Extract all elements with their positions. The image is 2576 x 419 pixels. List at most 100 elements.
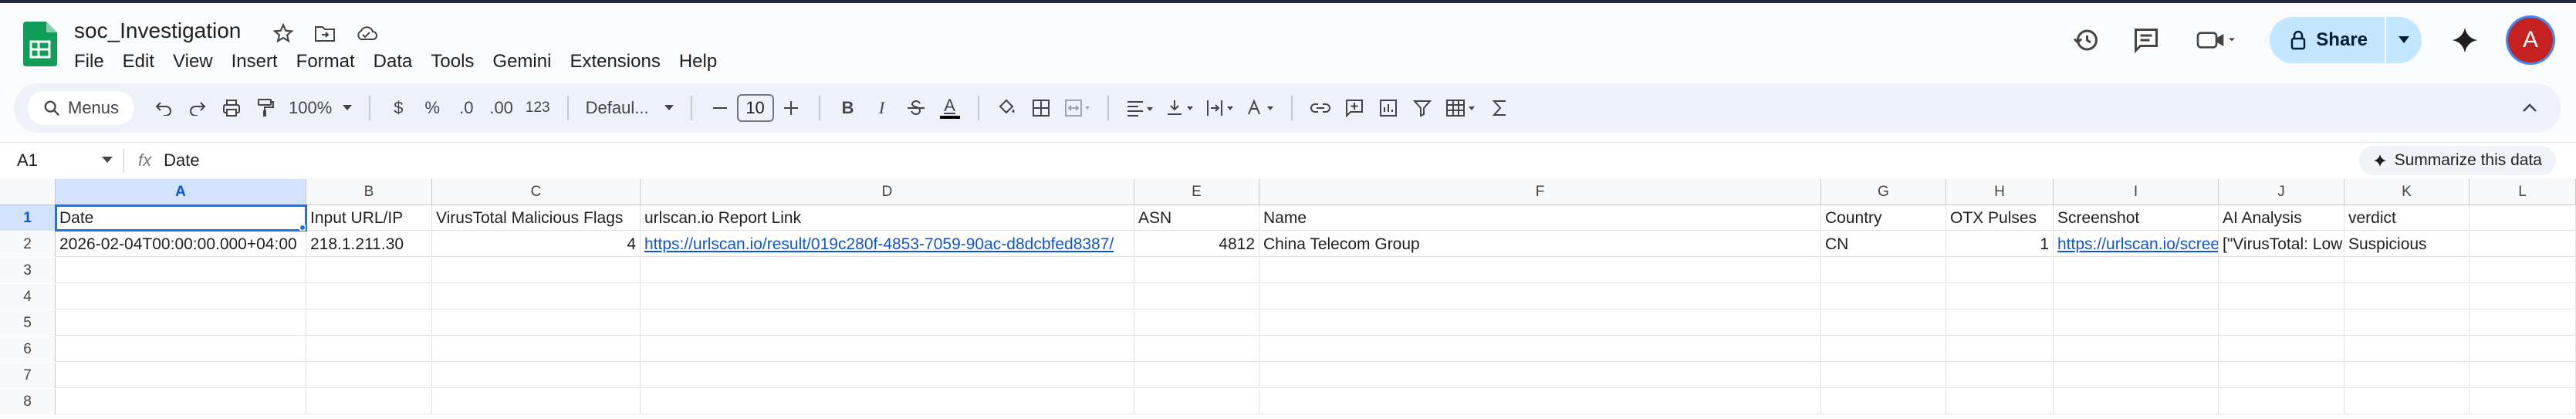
cell[interactable] [1946, 389, 2054, 414]
row-header[interactable]: 3 [0, 258, 56, 283]
row-header[interactable]: 1 [0, 205, 56, 231]
cell[interactable] [1259, 284, 1821, 309]
cell[interactable] [56, 389, 306, 414]
share-button[interactable]: Share [2270, 17, 2422, 63]
cell-f2[interactable]: China Telecom Group [1259, 231, 1821, 257]
cell[interactable] [1134, 389, 1259, 414]
cell[interactable] [1821, 336, 1946, 362]
cell-d2-link[interactable]: https://urlscan.io/result/019c280f-4853-… [641, 231, 1134, 257]
row-header[interactable]: 4 [0, 284, 56, 309]
spreadsheet-grid[interactable]: A B C D E F G H I J K L 1 Date Input URL… [0, 179, 2576, 419]
cell[interactable] [56, 284, 306, 309]
cell[interactable] [641, 310, 1134, 336]
row-header[interactable]: 6 [0, 336, 56, 362]
cell-h1[interactable]: OTX Pulses [1946, 205, 2054, 231]
cell-l1[interactable] [2470, 205, 2576, 231]
cell[interactable] [306, 310, 432, 336]
cell[interactable] [1259, 336, 1821, 362]
name-box[interactable]: A1 [0, 150, 123, 171]
column-header[interactable]: L [2470, 179, 2576, 205]
horizontal-align-icon[interactable] [1120, 91, 1160, 125]
menu-gemini[interactable]: Gemini [483, 48, 560, 76]
cell[interactable] [2219, 363, 2344, 388]
row-header[interactable]: 2 [0, 231, 56, 257]
menus-search[interactable]: Menus [28, 91, 135, 125]
cell[interactable] [1134, 284, 1259, 309]
cell[interactable] [1134, 310, 1259, 336]
cell[interactable] [432, 336, 641, 362]
share-dropdown-icon[interactable] [2385, 17, 2422, 63]
column-header[interactable]: H [1946, 179, 2054, 205]
menu-data[interactable]: Data [364, 48, 422, 76]
cell[interactable] [2054, 284, 2219, 309]
cell[interactable] [1134, 336, 1259, 362]
cell[interactable] [2470, 336, 2576, 362]
select-all-corner[interactable] [0, 179, 56, 205]
cell-i2-link[interactable]: https://urlscan.io/screenshots/019c280f-… [2054, 231, 2219, 257]
document-title[interactable]: soc_Investigation [74, 19, 241, 43]
move-folder-icon[interactable] [312, 20, 338, 46]
cell[interactable] [2470, 389, 2576, 414]
more-formats-button[interactable]: 123 [519, 91, 556, 125]
insert-chart-icon[interactable] [1371, 91, 1405, 125]
avatar[interactable]: A [2508, 18, 2553, 63]
cell-g2[interactable]: CN [1821, 231, 1946, 257]
cell[interactable] [2470, 258, 2576, 283]
menu-tools[interactable]: Tools [421, 48, 483, 76]
cell-k2[interactable]: Suspicious [2344, 231, 2470, 257]
cell-d1[interactable]: urlscan.io Report Link [641, 205, 1134, 231]
star-icon[interactable] [270, 20, 296, 46]
collapse-toolbar-icon[interactable] [2513, 91, 2547, 125]
decrease-decimal-button[interactable]: .0 [449, 91, 483, 125]
cell-c1[interactable]: VirusTotal Malicious Flags [432, 205, 641, 231]
cell[interactable] [432, 310, 641, 336]
cell[interactable] [2219, 284, 2344, 309]
merge-cells-icon[interactable] [1058, 91, 1097, 125]
cell[interactable] [1946, 258, 2054, 283]
zoom-select[interactable]: 100% [282, 91, 358, 125]
cell[interactable] [1821, 363, 1946, 388]
currency-format-button[interactable]: $ [381, 91, 415, 125]
cell[interactable] [641, 389, 1134, 414]
cell-e1[interactable]: ASN [1134, 205, 1259, 231]
cell[interactable] [1946, 284, 2054, 309]
cell[interactable] [2054, 310, 2219, 336]
insert-comment-icon[interactable] [1337, 91, 1371, 125]
cell-k1[interactable]: verdict [2344, 205, 2470, 231]
cell[interactable] [2219, 336, 2344, 362]
text-wrapping-icon[interactable] [1200, 91, 1240, 125]
vertical-align-icon[interactable] [1160, 91, 1200, 125]
cell[interactable] [1821, 389, 1946, 414]
cell[interactable] [56, 258, 306, 283]
cell[interactable] [2344, 363, 2470, 388]
cell-l2[interactable] [2470, 231, 2576, 257]
cell-b1[interactable]: Input URL/IP [306, 205, 432, 231]
cell[interactable] [2054, 389, 2219, 414]
column-header[interactable]: K [2344, 179, 2470, 205]
menu-format[interactable]: Format [287, 48, 364, 76]
menu-extensions[interactable]: Extensions [560, 48, 669, 76]
column-header[interactable]: E [1134, 179, 1259, 205]
comments-icon[interactable] [2129, 23, 2163, 57]
cell[interactable] [2344, 336, 2470, 362]
menu-help[interactable]: Help [670, 48, 726, 76]
cell[interactable] [2470, 363, 2576, 388]
cell[interactable] [641, 258, 1134, 283]
functions-icon[interactable] [1482, 91, 1516, 125]
cell[interactable] [2344, 389, 2470, 414]
cell[interactable] [1259, 363, 1821, 388]
cell-i1[interactable]: Screenshot [2054, 205, 2219, 231]
cell[interactable] [306, 258, 432, 283]
cell[interactable] [1946, 363, 2054, 388]
formula-input[interactable]: Date [164, 150, 199, 171]
cell[interactable] [432, 258, 641, 283]
cell[interactable] [1259, 389, 1821, 414]
summarize-data-button[interactable]: Summarize this data [2358, 146, 2556, 175]
increase-decimal-button[interactable]: .00 [483, 91, 519, 125]
font-size-decrease-icon[interactable] [703, 91, 737, 125]
cell[interactable] [2054, 258, 2219, 283]
cell-j1[interactable]: AI Analysis [2219, 205, 2344, 231]
cell[interactable] [2219, 258, 2344, 283]
cell-g1[interactable]: Country [1821, 205, 1946, 231]
row-header[interactable]: 8 [0, 389, 56, 414]
